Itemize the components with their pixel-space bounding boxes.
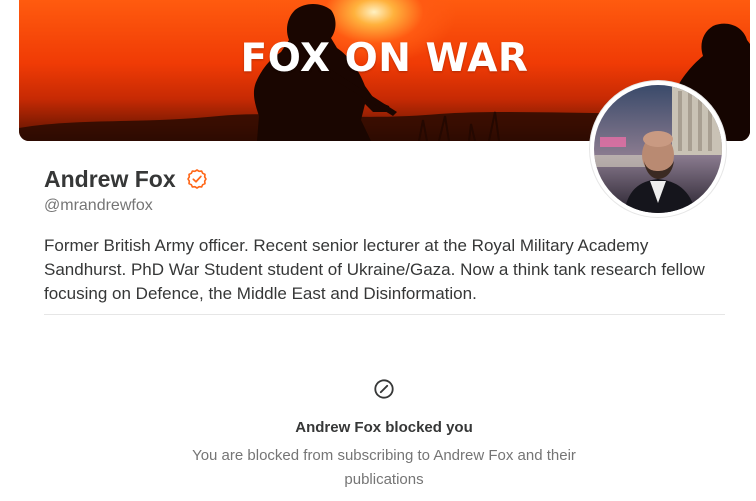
blocked-circle-icon: [373, 378, 395, 400]
banner-title: FOX ON WAR: [240, 36, 529, 81]
blocked-title: Andrew Fox blocked you: [295, 419, 473, 436]
divider: [44, 314, 725, 315]
profile-name: Andrew Fox: [44, 165, 176, 192]
avatar[interactable]: [590, 81, 726, 217]
blocked-description: You are blocked from subscribing to Andr…: [192, 447, 576, 488]
profile-handle[interactable]: @mrandrewfox: [44, 197, 153, 215]
profile-bio: Former British Army officer. Recent seni…: [44, 236, 705, 303]
verified-badge-icon: [186, 168, 208, 190]
profile-name-row: Andrew Fox: [44, 164, 208, 194]
profile-page: FOX ON WAR Andrew Fox @mrandrewfox Forme…: [0, 0, 756, 501]
